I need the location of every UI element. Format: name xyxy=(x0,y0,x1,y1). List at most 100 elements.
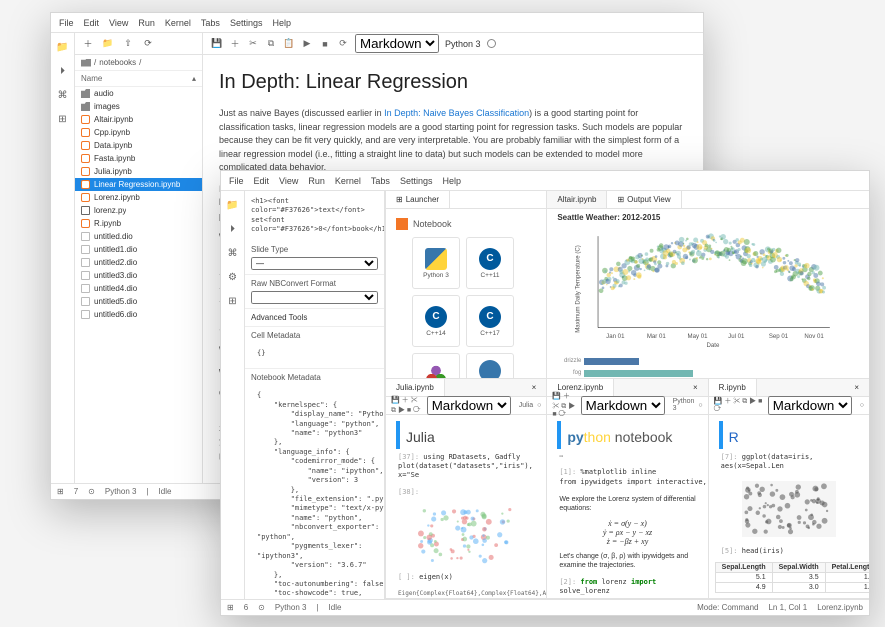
menu-tabs[interactable]: Tabs xyxy=(201,18,220,28)
file-item[interactable]: untitled6.dio xyxy=(75,308,202,321)
launcher-c-14[interactable]: C++14 xyxy=(412,295,460,347)
breadcrumb[interactable]: / notebooks / xyxy=(75,55,202,71)
commands-tab-icon[interactable]: ⌘ xyxy=(225,245,241,261)
julia-logo-icon xyxy=(425,364,447,378)
file-item[interactable]: untitled.dio xyxy=(75,230,202,243)
menu-edit[interactable]: Edit xyxy=(84,18,100,28)
nb-icon xyxy=(81,167,90,176)
running-tab-icon[interactable]: ⏵ xyxy=(55,63,71,79)
notebook-metadata-label: Notebook Metadata xyxy=(251,373,378,382)
paste-icon[interactable]: 📋 xyxy=(283,38,295,50)
add-cell-icon[interactable]: ＋ xyxy=(229,38,241,50)
file-item[interactable]: Lorenz.ipynb xyxy=(75,191,202,204)
weather-scatter-chart: Maximum Daily Temperature (C) Jan 01 Mar… xyxy=(553,224,863,354)
file-item[interactable]: images xyxy=(75,100,202,113)
column-header-name[interactable]: Name▴ xyxy=(75,71,202,87)
tab-r[interactable]: R.ipynb xyxy=(709,379,757,396)
menu-tabs[interactable]: Tabs xyxy=(371,176,390,186)
lorenz-equations: ẋ = σ(y − x) ẏ = ρx − y − xz ż = −βz + x… xyxy=(553,517,701,548)
cut-icon[interactable]: ✂ xyxy=(247,38,259,50)
nb-icon xyxy=(81,128,90,137)
menu-edit[interactable]: Edit xyxy=(254,176,270,186)
link-naive-bayes[interactable]: In Depth: Naive Bayes Classification xyxy=(384,108,529,118)
nb-icon xyxy=(81,154,90,163)
file-item[interactable]: untitled4.dio xyxy=(75,282,202,295)
menu-settings[interactable]: Settings xyxy=(400,176,433,186)
kernel-indicator[interactable]: Python 3 xyxy=(445,39,481,49)
menu-kernel[interactable]: Kernel xyxy=(335,176,361,186)
txt-icon xyxy=(81,297,90,306)
launcher-julia-1-1-0[interactable]: Julia 1.1.0 xyxy=(412,353,460,378)
file-item[interactable]: untitled3.dio xyxy=(75,269,202,282)
menu-run[interactable]: Run xyxy=(308,176,325,186)
menu-settings[interactable]: Settings xyxy=(230,18,263,28)
file-item[interactable]: Fasta.ipynb xyxy=(75,152,202,165)
menu-help[interactable]: Help xyxy=(442,176,461,186)
tab-count-icon: ⊞ xyxy=(57,487,64,496)
cell-type-select[interactable]: Markdown xyxy=(768,396,852,415)
tab-altair[interactable]: Altair.ipynb xyxy=(547,191,607,208)
file-item[interactable]: untitled1.dio xyxy=(75,243,202,256)
copy-icon[interactable]: ⧉ xyxy=(265,38,277,50)
files-tab-icon[interactable]: 📁 xyxy=(225,197,241,213)
tab-output-view[interactable]: ⊞ Output View xyxy=(607,191,681,208)
menu-run[interactable]: Run xyxy=(138,18,155,28)
menu-view[interactable]: View xyxy=(109,18,128,28)
cell-metadata-value[interactable]: {} xyxy=(251,343,378,364)
txt-icon xyxy=(81,310,90,319)
restart-icon[interactable]: ⟳ xyxy=(337,38,349,50)
file-item[interactable]: Data.ipynb xyxy=(75,139,202,152)
cell-type-select[interactable]: Markdown xyxy=(355,34,439,53)
new-launcher-icon[interactable]: ＋ xyxy=(81,37,95,51)
cell-type-select[interactable]: Markdown xyxy=(581,396,665,415)
cell-type-select[interactable]: Markdown xyxy=(427,396,511,415)
notebook-toolbar: 💾 ＋ ✂ ⧉ 📋 ▶ ■ ⟳ Markdown Python 3 xyxy=(203,33,703,55)
file-item[interactable]: Cpp.ipynb xyxy=(75,126,202,139)
svg-text:Jul 01: Jul 01 xyxy=(728,333,745,340)
extensions-tab-icon[interactable]: ⚙ xyxy=(225,269,241,285)
nb-icon xyxy=(81,219,90,228)
commands-tab-icon[interactable]: ⌘ xyxy=(55,87,71,103)
refresh-icon[interactable]: ⟳ xyxy=(141,37,155,51)
new-folder-icon[interactable]: 📁 xyxy=(101,37,115,51)
file-item[interactable]: untitled2.dio xyxy=(75,256,202,269)
raw-nbconvert-select[interactable] xyxy=(251,291,378,304)
tab-launcher[interactable]: ⊞ Launcher xyxy=(386,191,450,208)
file-item[interactable]: Linear Regression.ipynb xyxy=(75,178,202,191)
file-item[interactable]: R.ipynb xyxy=(75,217,202,230)
upload-icon[interactable]: ⇧ xyxy=(121,37,135,51)
notebook-metadata-json[interactable]: { "kernelspec": { "display_name": "Pytho… xyxy=(251,385,378,599)
menu-view[interactable]: View xyxy=(279,176,298,186)
launcher-python-3[interactable]: Python 3 xyxy=(412,237,460,289)
slide-type-select[interactable]: — xyxy=(251,257,378,270)
phylo-logo-icon xyxy=(479,360,501,378)
menubar: File Edit View Run Kernel Tabs Settings … xyxy=(221,171,869,191)
menu-file[interactable]: File xyxy=(229,176,244,186)
svg-text:Mar 01: Mar 01 xyxy=(647,333,667,340)
advanced-tools-header[interactable]: Advanced Tools xyxy=(245,309,384,327)
file-item[interactable]: Altair.ipynb xyxy=(75,113,202,126)
file-item[interactable]: audio xyxy=(75,87,202,100)
notebook-section-icon xyxy=(396,218,408,230)
file-item[interactable]: untitled5.dio xyxy=(75,295,202,308)
tab-julia[interactable]: Julia.ipynb xyxy=(386,379,445,396)
menu-help[interactable]: Help xyxy=(272,18,291,28)
nb-icon xyxy=(81,193,90,202)
file-item[interactable]: lorenz.py xyxy=(75,204,202,217)
stop-icon[interactable]: ■ xyxy=(319,38,331,50)
menu-kernel[interactable]: Kernel xyxy=(165,18,191,28)
save-icon[interactable]: 💾 xyxy=(211,38,223,50)
run-icon[interactable]: ▶ xyxy=(301,38,313,50)
tabs-tab-icon[interactable]: ⊞ xyxy=(225,293,241,309)
launcher-phylogenetics-python-3-7-[interactable]: phylogenetics (Python 3.7) xyxy=(466,353,514,378)
menu-file[interactable]: File xyxy=(59,18,74,28)
cpp-logo-icon xyxy=(479,248,501,270)
files-tab-icon[interactable]: 📁 xyxy=(55,39,71,55)
py-icon xyxy=(81,206,90,215)
launcher-c-17[interactable]: C++17 xyxy=(466,295,514,347)
nb-icon xyxy=(81,115,90,124)
running-tab-icon[interactable]: ⏵ xyxy=(225,221,241,237)
launcher-c-11[interactable]: C++11 xyxy=(466,237,514,289)
file-item[interactable]: Julia.ipynb xyxy=(75,165,202,178)
tabs-tab-icon[interactable]: ⊞ xyxy=(55,111,71,127)
